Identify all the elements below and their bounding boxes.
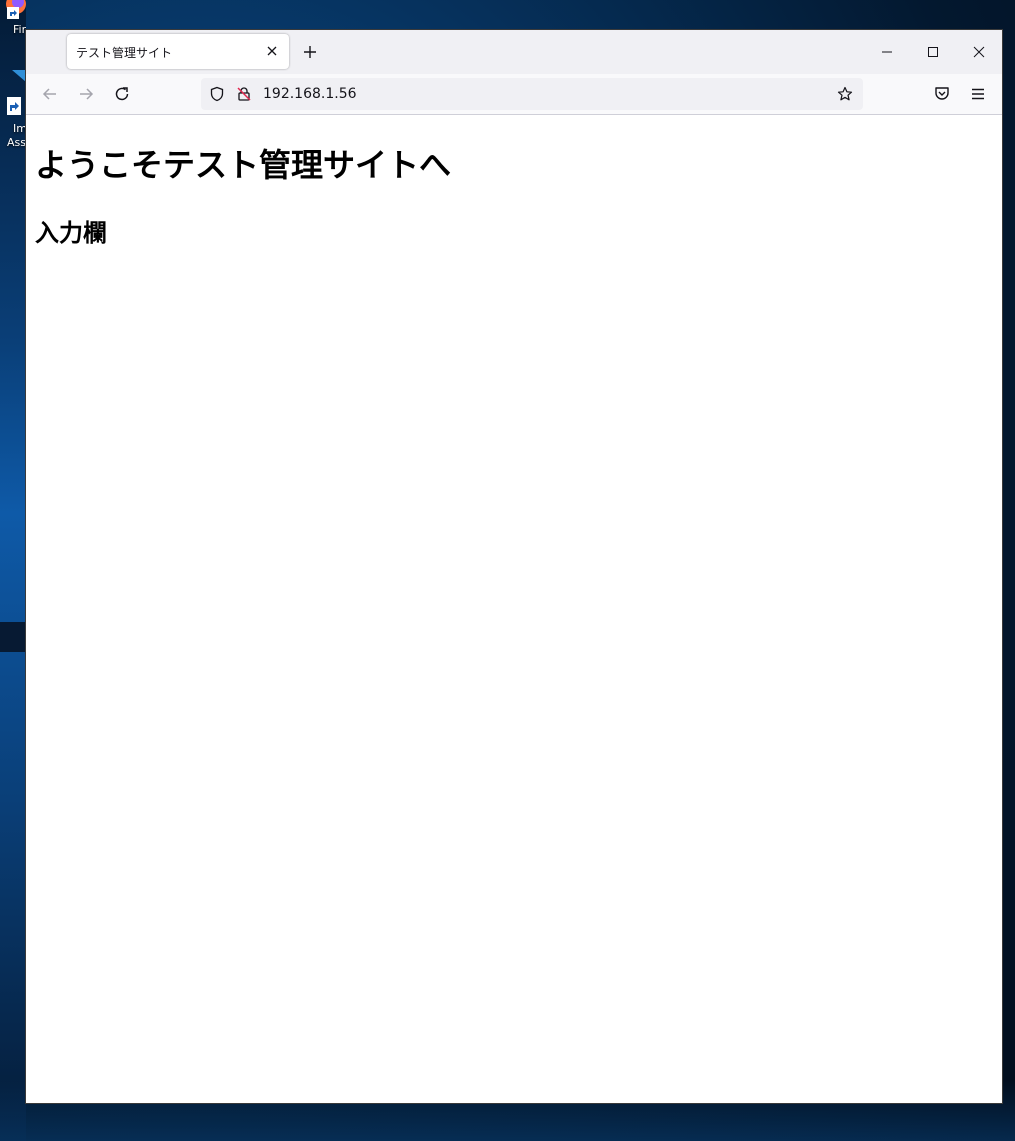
address-url: 192.168.1.56 bbox=[263, 86, 357, 102]
insecure-lock-icon[interactable] bbox=[236, 86, 252, 102]
back-arrow-icon[interactable] bbox=[40, 84, 60, 104]
page-content: ようこそテスト管理サイトへ 入力欄 bbox=[26, 115, 1002, 1103]
close-icon bbox=[973, 46, 985, 58]
desktop-divider bbox=[0, 622, 26, 652]
shortcut-arrow-icon bbox=[7, 7, 19, 19]
tab-active[interactable]: テスト管理サイト bbox=[67, 34, 289, 69]
reload-icon[interactable] bbox=[112, 84, 132, 104]
navigation-toolbar: 192.168.1.56 bbox=[26, 74, 1002, 115]
tracking-protection-shield-icon[interactable] bbox=[209, 86, 225, 102]
desktop-icon-app[interactable]: Im Ass bbox=[0, 70, 26, 154]
close-window-button[interactable] bbox=[964, 38, 994, 66]
desktop-icon-label-line1: Im bbox=[13, 122, 26, 135]
app-shortcut-icon bbox=[12, 70, 26, 82]
pocket-icon[interactable] bbox=[932, 84, 952, 104]
desktop-icon-label: Firefox bbox=[13, 23, 26, 36]
page-title: ようこそテスト管理サイトへ bbox=[35, 146, 452, 184]
desktop-icon-firefox[interactable]: Firefox bbox=[0, 0, 26, 40]
plus-icon[interactable] bbox=[302, 44, 318, 60]
maximize-button[interactable] bbox=[918, 38, 948, 66]
desktop-background-strip bbox=[0, 0, 26, 1141]
tab-strip: テスト管理サイト bbox=[26, 30, 1002, 74]
minimize-icon bbox=[882, 51, 892, 53]
shortcut-arrow-icon bbox=[7, 97, 21, 115]
forward-arrow-icon[interactable] bbox=[76, 84, 96, 104]
minimize-button[interactable] bbox=[872, 38, 902, 66]
browser-window: テスト管理サイト 192.168.1.56 ようこそテスト管理サイトへ 入力欄 bbox=[26, 30, 1002, 1103]
section-heading: 入力欄 bbox=[35, 219, 107, 247]
hamburger-menu-icon[interactable] bbox=[968, 84, 988, 104]
bookmark-star-icon[interactable] bbox=[837, 86, 853, 102]
desktop-icon-label-line2: Ass bbox=[7, 136, 26, 149]
tab-title: テスト管理サイト bbox=[76, 46, 173, 60]
close-icon[interactable] bbox=[265, 44, 279, 58]
maximize-icon bbox=[928, 47, 938, 57]
address-bar[interactable]: 192.168.1.56 bbox=[201, 78, 863, 110]
